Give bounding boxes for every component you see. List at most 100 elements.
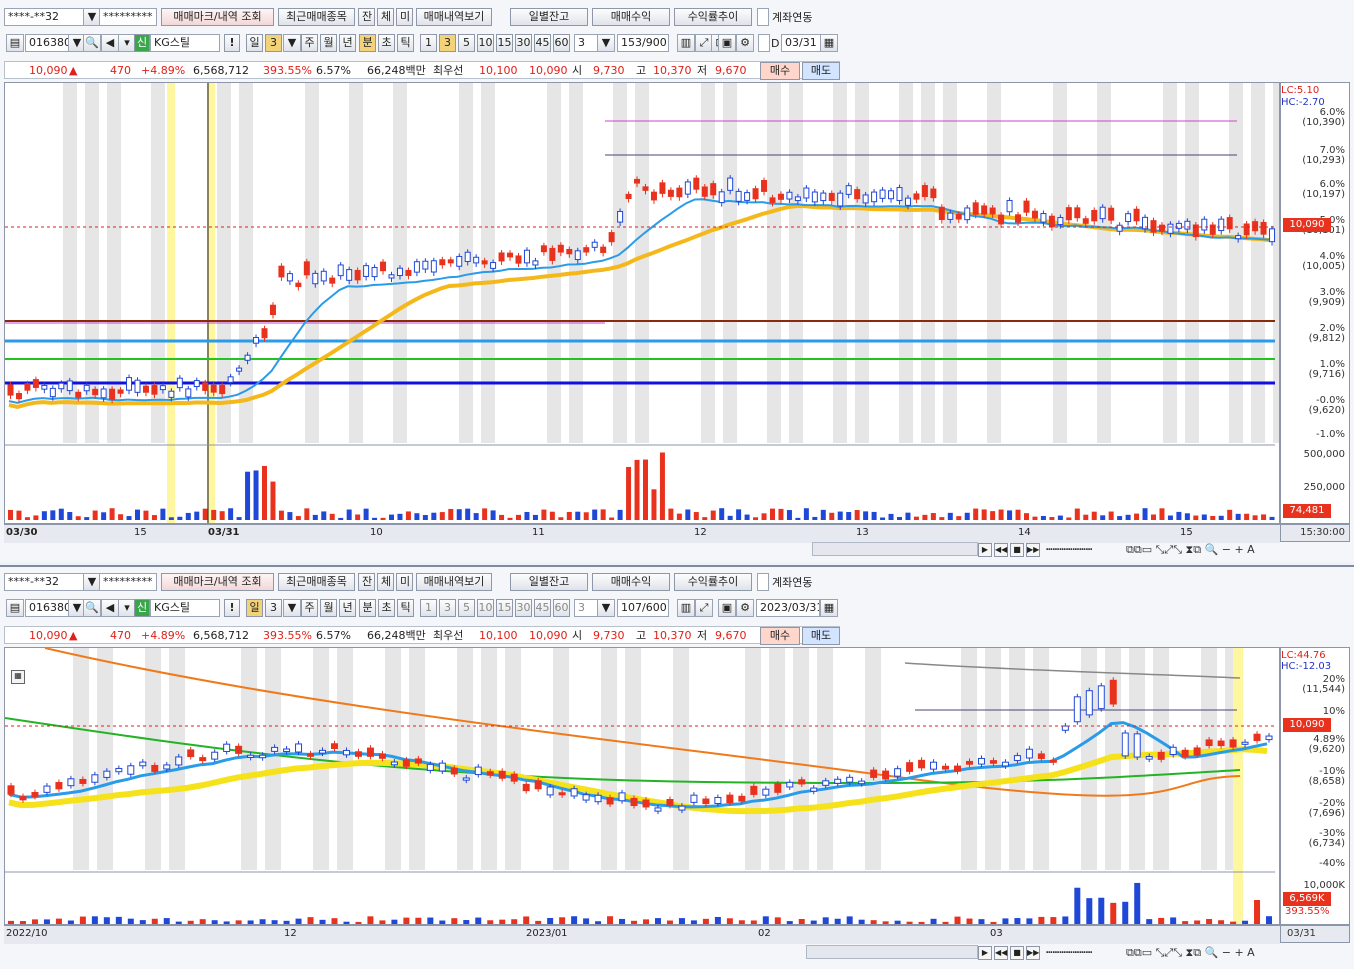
dropdown-arrow-icon[interactable]: ▼	[283, 599, 301, 617]
rewind-icon[interactable]: ◀◀	[994, 543, 1008, 557]
trade-mark-query-button[interactable]: 매매마크/내역 조회	[161, 573, 274, 591]
trade-history-button[interactable]: 매매내역보기	[416, 573, 492, 591]
period-day-button[interactable]: 일	[246, 34, 263, 52]
indicator-icon[interactable]: ▥	[677, 599, 695, 617]
sound-icon[interactable]: ◀	[101, 599, 119, 617]
minute-15-button[interactable]: 15	[496, 34, 513, 52]
date-checkbox[interactable]	[758, 34, 770, 52]
sell-button[interactable]: 매도	[802, 627, 840, 645]
stock-name-field[interactable]: KG스틸	[150, 599, 220, 617]
stock-name-field[interactable]: KG스틸	[150, 34, 220, 52]
period-minute-button[interactable]: 분	[359, 599, 376, 617]
interval-input[interactable]: 3	[574, 34, 598, 52]
save-icon[interactable]: ▣	[718, 599, 736, 617]
period-second-button[interactable]: 초	[378, 34, 395, 52]
password-field[interactable]: *********	[99, 8, 157, 26]
zoom-slider[interactable]: ┅┅┅┅┅┅┅	[1046, 946, 1092, 959]
scroll-right-icon[interactable]: ▶	[978, 946, 992, 960]
draw-tool-icon[interactable]: ⤢	[695, 599, 713, 617]
buy-button[interactable]: 매수	[760, 627, 800, 645]
stock-code-input[interactable]: 016380	[25, 599, 69, 617]
recent-stocks-button[interactable]: 최근매매종목	[278, 573, 355, 591]
price-chart-area[interactable]: ▦	[4, 647, 1280, 925]
interval-input[interactable]: 3	[574, 599, 598, 617]
trade-history-button[interactable]: 매매내역보기	[416, 8, 492, 26]
stop-icon[interactable]: ■	[1010, 543, 1024, 557]
minute-3-button[interactable]: 3	[439, 599, 456, 617]
minute-60-button[interactable]: 60	[553, 34, 570, 52]
stop-icon[interactable]: ■	[1010, 946, 1024, 960]
draw-tools-icon[interactable]: ⧉⧉▭ ⤡⤢⤡ ⧗⧉ 🔍 − + A	[1126, 946, 1255, 960]
minute-45-button[interactable]: 45	[534, 599, 551, 617]
horizontal-scrollbar[interactable]	[812, 542, 978, 556]
minute-5-button[interactable]: 5	[458, 34, 475, 52]
filled-button[interactable]: 체	[377, 8, 394, 26]
window-icon[interactable]: ▤	[6, 34, 24, 52]
return-trend-button[interactable]: 수익률추이	[674, 8, 752, 26]
trade-mark-query-button[interactable]: 매매마크/내역 조회	[161, 8, 274, 26]
daily-balance-button[interactable]: 일별잔고	[510, 8, 588, 26]
search-icon[interactable]: 🔍	[83, 34, 101, 52]
password-field[interactable]: *********	[99, 573, 157, 591]
period-value-field[interactable]: 3	[265, 599, 282, 617]
save-icon[interactable]: ▣	[718, 34, 736, 52]
sound-icon[interactable]: ◀	[101, 34, 119, 52]
forward-icon[interactable]: ▶▶	[1026, 946, 1040, 960]
period-second-button[interactable]: 초	[378, 599, 395, 617]
minute-30-button[interactable]: 30	[515, 599, 532, 617]
account-link-checkbox[interactable]	[757, 573, 769, 591]
count-display[interactable]: 107/600	[617, 599, 669, 617]
dropdown-arrow-icon[interactable]: ▼	[597, 34, 615, 52]
draw-tools-icon[interactable]: ⧉⧉▭ ⤡⤢⤡ ⧗⧉ 🔍 − + A	[1126, 543, 1255, 557]
chart-menu-icon[interactable]: ▦	[11, 670, 25, 684]
minute-10-button[interactable]: 10	[477, 599, 494, 617]
window-icon[interactable]: ▤	[6, 599, 24, 617]
period-value-field[interactable]: 3	[265, 34, 282, 52]
period-tick-button[interactable]: 틱	[397, 34, 414, 52]
minute-1-button[interactable]: 1	[420, 34, 437, 52]
forward-icon[interactable]: ▶▶	[1026, 543, 1040, 557]
account-select[interactable]: ****-**32	[4, 573, 84, 591]
scroll-right-icon[interactable]: ▶	[978, 543, 992, 557]
return-trend-button[interactable]: 수익률추이	[674, 573, 752, 591]
stock-code-input[interactable]: 016380	[25, 34, 69, 52]
period-week-button[interactable]: 주	[301, 599, 318, 617]
calendar-icon[interactable]: ▦	[820, 599, 838, 617]
minute-5-button[interactable]: 5	[458, 599, 475, 617]
search-icon[interactable]: 🔍	[83, 599, 101, 617]
gear-icon[interactable]: ⚙	[736, 599, 754, 617]
gear-icon[interactable]: ⚙	[736, 34, 754, 52]
indicator-icon[interactable]: ▥	[677, 34, 695, 52]
period-month-button[interactable]: 월	[320, 599, 337, 617]
alert-button[interactable]: !	[224, 34, 240, 52]
period-week-button[interactable]: 주	[301, 34, 318, 52]
period-year-button[interactable]: 년	[339, 599, 356, 617]
price-chart-area[interactable]	[4, 82, 1280, 524]
dropdown-arrow-icon[interactable]: ▼	[597, 599, 615, 617]
date-input[interactable]: 03/31	[781, 34, 821, 52]
horizontal-scrollbar[interactable]	[806, 945, 978, 959]
account-link-checkbox[interactable]	[757, 8, 769, 26]
period-day-button[interactable]: 일	[246, 599, 263, 617]
period-month-button[interactable]: 월	[320, 34, 337, 52]
calendar-icon[interactable]: ▦	[820, 34, 838, 52]
minute-1-button[interactable]: 1	[420, 599, 437, 617]
buy-button[interactable]: 매수	[760, 62, 800, 80]
minute-15-button[interactable]: 15	[496, 599, 513, 617]
unfilled-button[interactable]: 미	[396, 8, 413, 26]
filled-button[interactable]: 체	[377, 573, 394, 591]
period-year-button[interactable]: 년	[339, 34, 356, 52]
alert-button[interactable]: !	[224, 599, 240, 617]
minute-60-button[interactable]: 60	[553, 599, 570, 617]
balance-button[interactable]: 잔	[358, 573, 375, 591]
date-input[interactable]: 2023/03/31	[756, 599, 820, 617]
zoom-slider[interactable]: ┅┅┅┅┅┅┅	[1046, 543, 1092, 556]
minute-45-button[interactable]: 45	[534, 34, 551, 52]
period-minute-button[interactable]: 분	[359, 34, 376, 52]
trade-profit-button[interactable]: 매매수익	[592, 573, 670, 591]
period-tick-button[interactable]: 틱	[397, 599, 414, 617]
count-display[interactable]: 153/900	[617, 34, 669, 52]
minute-3-button[interactable]: 3	[439, 34, 456, 52]
rewind-icon[interactable]: ◀◀	[994, 946, 1008, 960]
sell-button[interactable]: 매도	[802, 62, 840, 80]
